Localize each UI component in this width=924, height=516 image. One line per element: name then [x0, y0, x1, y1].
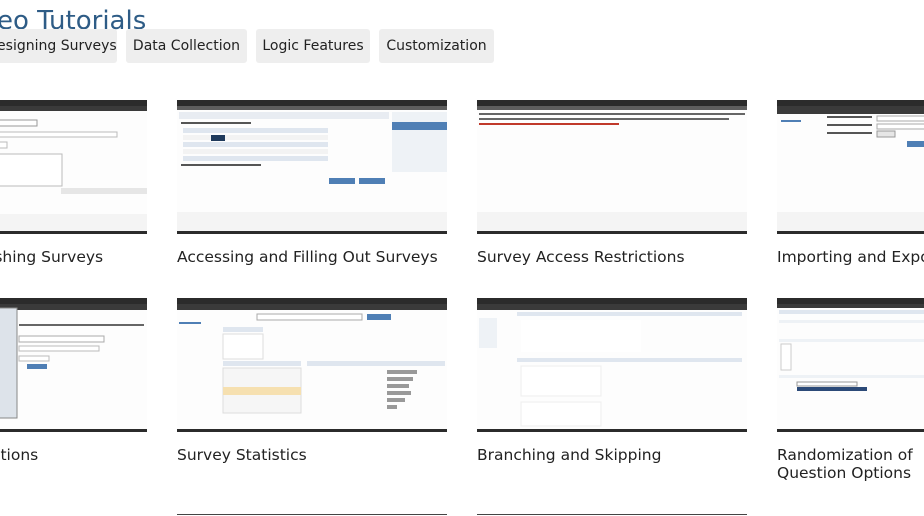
video-title-importing-exporting[interactable]: Importing and Exporting — [777, 248, 924, 266]
tab-designing-surveys[interactable]: Designing Surveys — [0, 29, 117, 63]
tab-logic-features[interactable]: Logic Features — [256, 29, 370, 63]
divider — [477, 514, 747, 515]
video-thumbnail-accessing-surveys[interactable] — [177, 100, 447, 234]
tab-data-collection[interactable]: Data Collection — [126, 29, 247, 63]
tab-customization[interactable]: Customization — [379, 29, 494, 63]
video-title-survey-statistics[interactable]: Survey Statistics — [177, 446, 467, 464]
video-thumbnail-invitations[interactable] — [0, 298, 147, 432]
video-thumbnail-branching-skipping[interactable] — [477, 298, 747, 432]
video-thumbnail-survey-statistics[interactable] — [177, 298, 447, 432]
video-thumbnail-randomization[interactable] — [777, 298, 924, 432]
video-thumbnail-access-restrictions[interactable] — [477, 100, 747, 234]
video-title-accessing-surveys[interactable]: Accessing and Filling Out Surveys — [177, 248, 467, 266]
video-title-randomization[interactable]: Randomization of Question Options — [777, 446, 924, 482]
video-thumbnail-publishing-surveys[interactable] — [0, 100, 147, 234]
video-title-access-restrictions[interactable]: Survey Access Restrictions — [477, 248, 767, 266]
divider — [177, 514, 447, 515]
video-title-branching-skipping[interactable]: Branching and Skipping — [477, 446, 767, 464]
video-thumbnail-importing-exporting[interactable] — [777, 100, 924, 234]
video-tutorials-page: Video Tutorials Designing Surveys Data C… — [0, 0, 924, 516]
